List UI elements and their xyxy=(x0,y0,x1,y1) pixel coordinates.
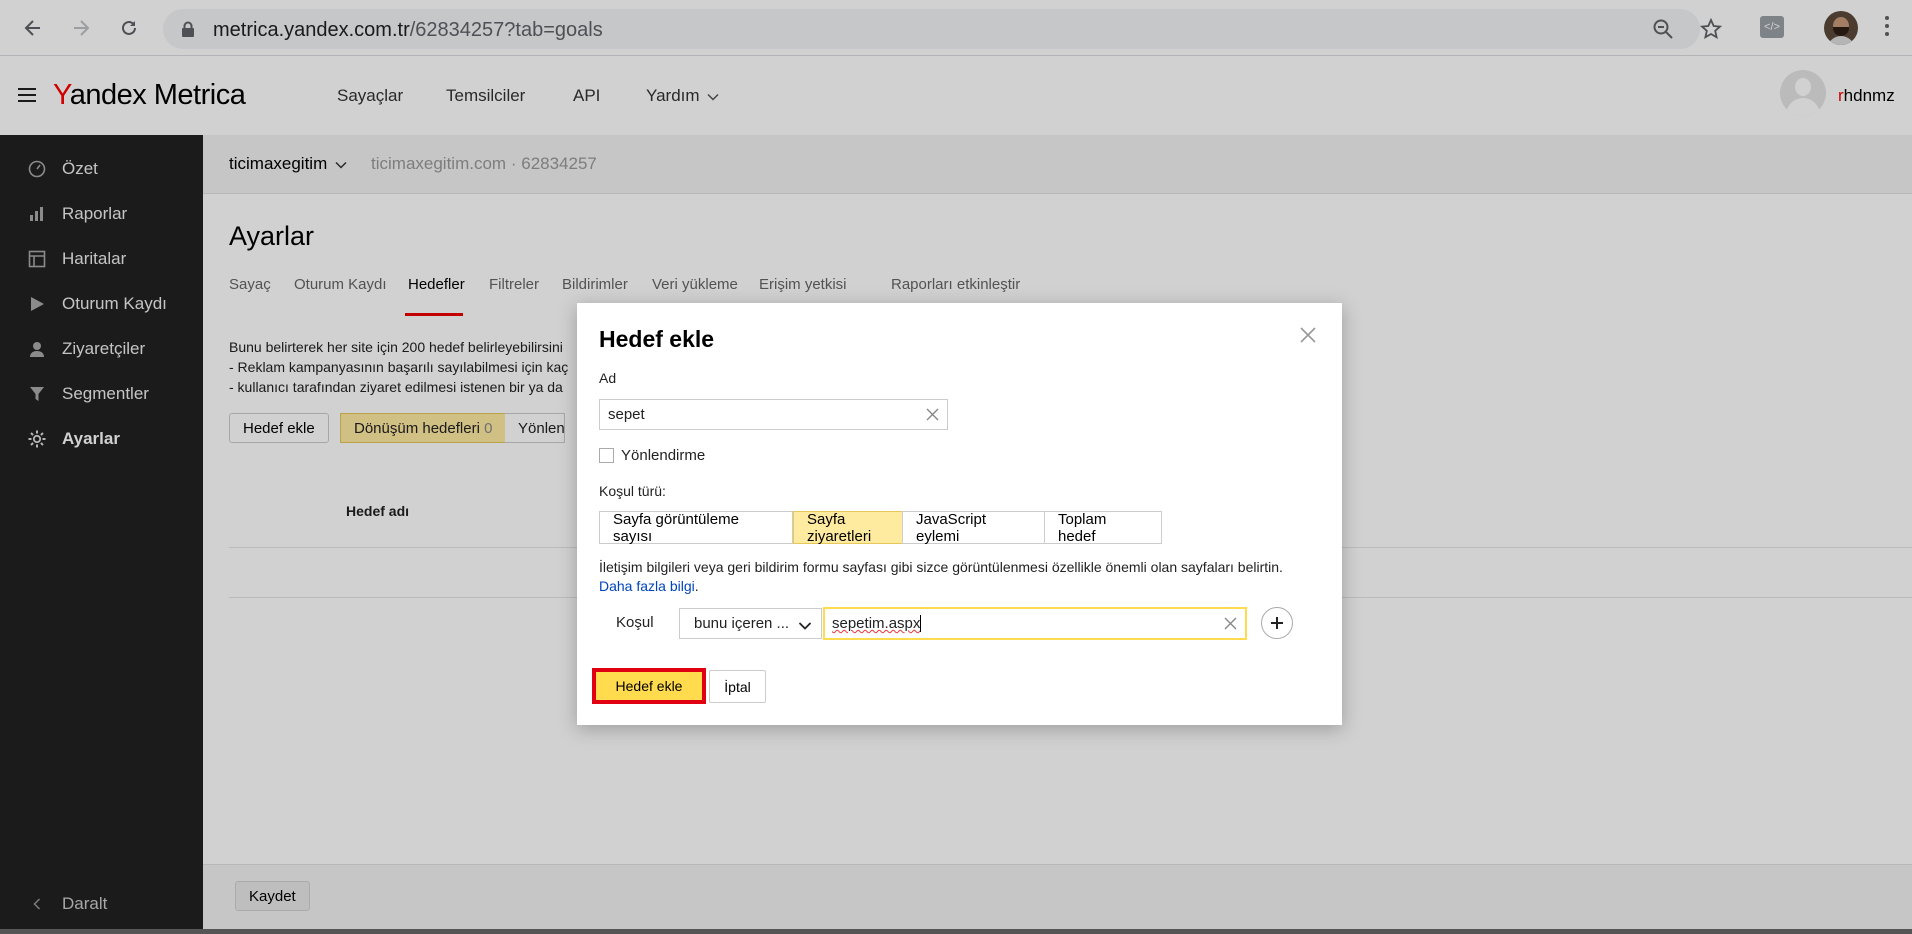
sidebar: Özet Raporlar Haritalar Oturum Kaydı Ziy… xyxy=(0,135,203,929)
lock-icon xyxy=(181,21,195,41)
zoom-icon[interactable] xyxy=(1652,18,1674,44)
browser-profile-avatar[interactable] xyxy=(1824,11,1858,45)
nav-counters[interactable]: Sayaçlar xyxy=(337,86,403,106)
tab-access[interactable]: Erişim yetkisi xyxy=(759,276,847,293)
nav-help[interactable]: Yardım xyxy=(646,86,719,106)
condition-operator-select[interactable]: bunu içeren ... xyxy=(679,608,822,639)
save-button[interactable]: Kaydet xyxy=(235,881,310,911)
dashboard-icon xyxy=(25,160,49,178)
conversion-goals-filter[interactable]: Dönüşüm hedefleri 0 xyxy=(340,413,507,443)
sidebar-item-settings[interactable]: Ayarlar xyxy=(0,416,203,461)
goals-info-text: Bunu belirterek her site için 200 hedef … xyxy=(229,339,569,395)
chevron-left-icon xyxy=(25,898,49,910)
condition-label: Koşul xyxy=(616,614,654,631)
tab-goals[interactable]: Hedefler xyxy=(408,276,465,293)
tab-enable-reports[interactable]: Raporları etkinleştir xyxy=(891,276,1020,293)
gear-icon xyxy=(25,429,49,449)
goal-name-column-header: Hedef adı xyxy=(346,503,410,519)
page-title: Ayarlar xyxy=(229,221,315,251)
condition-type-pageviews[interactable]: Sayfa görüntüleme sayısı xyxy=(599,511,793,545)
redirect-goals-filter[interactable]: Yönlendi xyxy=(505,413,565,443)
condition-type-javascript-event[interactable]: JavaScript eylemi xyxy=(902,511,1045,545)
more-info-link[interactable]: Daha fazla bilgi xyxy=(599,578,695,594)
clear-icon[interactable] xyxy=(1224,617,1237,634)
filter-icon xyxy=(25,386,49,402)
clear-icon[interactable] xyxy=(926,408,939,425)
user-icon xyxy=(25,341,49,357)
reload-icon[interactable] xyxy=(113,12,145,44)
footer-bar: Kaydet xyxy=(203,864,1912,929)
tab-filters[interactable]: Filtreler xyxy=(489,276,539,293)
counter-bar: ticimaxegitim ticimaxegitim.com · 628342… xyxy=(203,135,1912,194)
tab-counter[interactable]: Sayaç xyxy=(229,276,271,293)
condition-description: İletişim bilgileri veya geri bildirim fo… xyxy=(599,559,1283,594)
hamburger-menu-icon[interactable] xyxy=(18,88,36,106)
chevron-down-icon xyxy=(335,161,347,169)
tab-notifications[interactable]: Bildirimler xyxy=(562,276,628,293)
extension-icon[interactable]: </> xyxy=(1760,16,1784,38)
goal-name-input[interactable]: sepet xyxy=(599,399,948,430)
sidebar-collapse-button[interactable]: Daralt xyxy=(0,889,203,919)
condition-value-input[interactable]: sepetim.aspx xyxy=(823,607,1247,640)
sidebar-item-segments[interactable]: Segmentler xyxy=(0,371,203,416)
nav-representatives[interactable]: Temsilciler xyxy=(446,86,525,106)
sidebar-item-reports[interactable]: Raporlar xyxy=(0,191,203,236)
tab-session-replay[interactable]: Oturum Kaydı xyxy=(294,276,387,293)
url-text: metrica.yandex.com.tr/62834257?tab=goals xyxy=(213,19,603,41)
dialog-title: Hedef ekle xyxy=(599,326,715,352)
redirect-checkbox[interactable] xyxy=(599,448,614,463)
back-icon[interactable] xyxy=(17,12,49,44)
submit-add-goal-button[interactable]: Hedef ekle xyxy=(596,672,702,700)
play-icon xyxy=(25,296,49,312)
map-icon xyxy=(25,250,49,268)
close-icon[interactable] xyxy=(1299,326,1319,346)
browser-toolbar: metrica.yandex.com.tr/62834257?tab=goals… xyxy=(0,0,1912,56)
yandex-metrica-logo[interactable]: Yandex Metrica xyxy=(53,79,246,112)
sidebar-item-summary[interactable]: Özet xyxy=(0,146,203,191)
plus-icon xyxy=(1271,617,1283,629)
add-goal-button[interactable]: Hedef ekle xyxy=(229,413,329,443)
forward-icon[interactable] xyxy=(65,12,97,44)
page-bottom-edge xyxy=(0,929,1912,934)
address-bar[interactable]: metrica.yandex.com.tr/62834257?tab=goals xyxy=(163,9,1723,49)
counter-selector[interactable]: ticimaxegitim xyxy=(229,154,347,174)
bookmark-star-icon[interactable] xyxy=(1699,17,1723,44)
chevron-down-icon xyxy=(798,618,812,635)
sidebar-item-maps[interactable]: Haritalar xyxy=(0,236,203,281)
cancel-button[interactable]: İptal xyxy=(709,670,766,703)
redirect-label: Yönlendirme xyxy=(621,447,706,464)
counter-site-info: ticimaxegitim.com · 62834257 xyxy=(371,154,597,173)
sidebar-item-visitors[interactable]: Ziyaretçiler xyxy=(0,326,203,371)
name-label: Ad xyxy=(599,370,617,386)
condition-type-composite-goal[interactable]: Toplam hedef xyxy=(1044,511,1162,545)
user-avatar[interactable] xyxy=(1780,70,1826,116)
condition-type-label: Koşul türü: xyxy=(599,483,666,499)
nav-api[interactable]: API xyxy=(573,86,600,106)
add-goal-dialog: Hedef ekle Ad sepet Yönlendirme Koşul tü… xyxy=(577,303,1342,725)
user-name[interactable]: rhdnmz xyxy=(1838,86,1895,106)
add-condition-button[interactable] xyxy=(1261,607,1293,639)
browser-menu-icon[interactable] xyxy=(1885,16,1891,40)
tab-data-upload[interactable]: Veri yükleme xyxy=(652,276,738,293)
active-tab-indicator xyxy=(405,313,463,316)
chevron-down-icon xyxy=(707,93,719,101)
condition-type-page-visits[interactable]: Sayfa ziyaretleri xyxy=(793,511,903,545)
bar-chart-icon xyxy=(25,206,49,222)
app-header xyxy=(0,56,1912,135)
sidebar-item-session-replay[interactable]: Oturum Kaydı xyxy=(0,281,203,326)
